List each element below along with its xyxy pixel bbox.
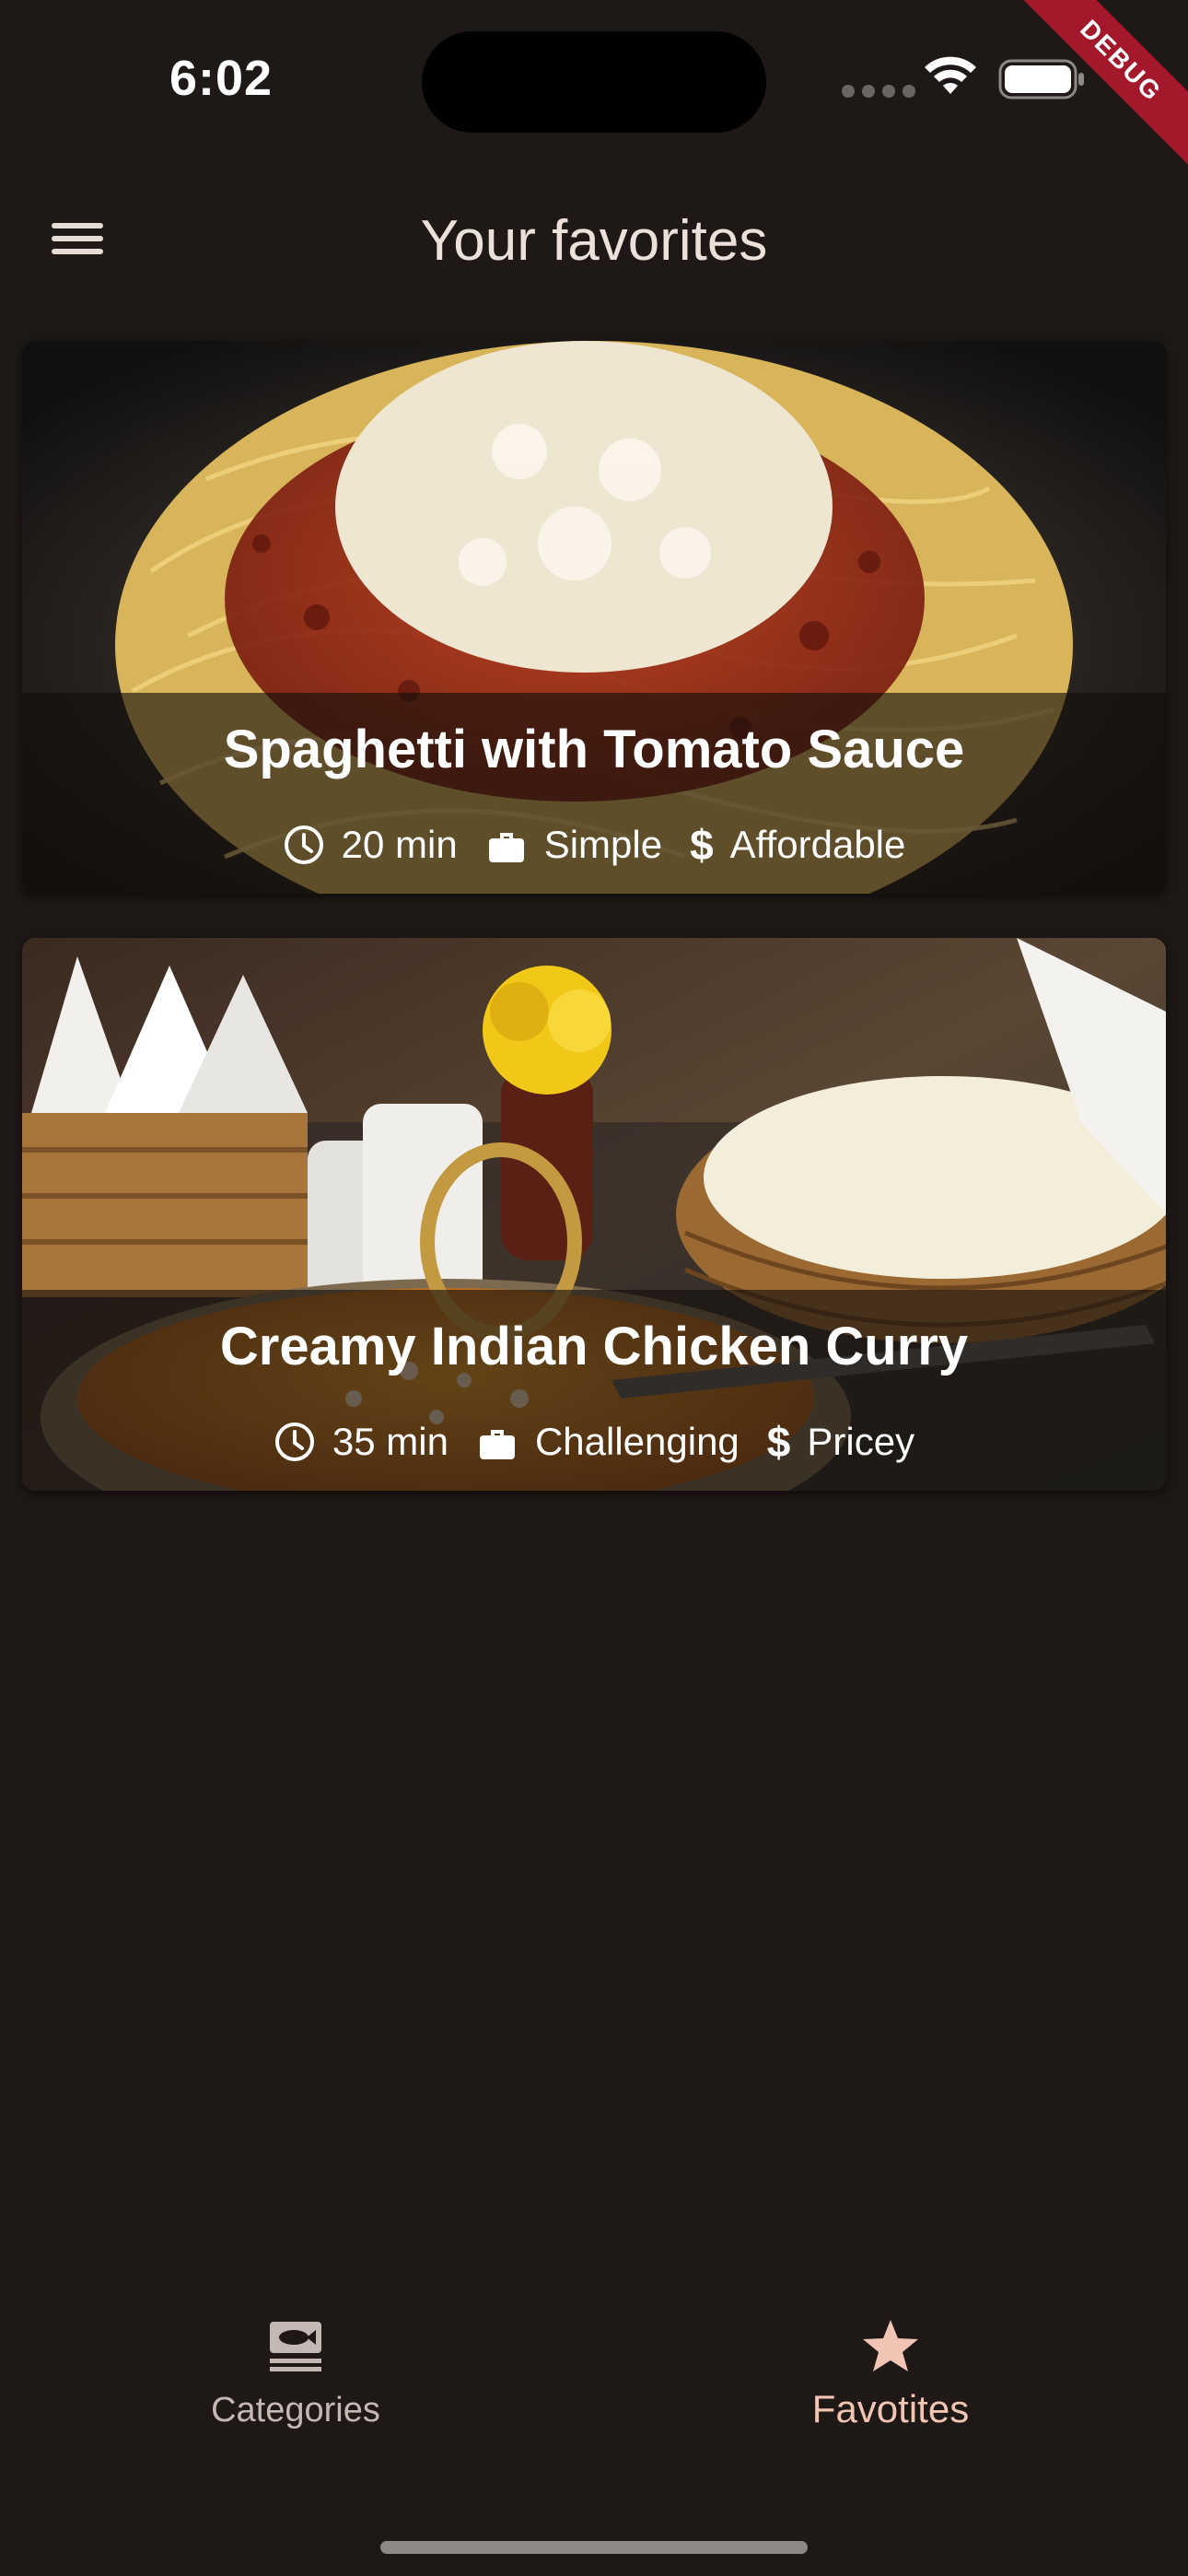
- status-bar: 6:02 DEBUG: [0, 0, 1188, 187]
- meal-title: Spaghetti with Tomato Sauce: [223, 720, 965, 779]
- meal-complexity: Simple: [543, 823, 663, 866]
- meal-meta: 35 min Challenging $ Pricey: [22, 1417, 1166, 1467]
- meal-complexity: Challenging: [534, 1420, 740, 1463]
- complexity-meta: Challenging: [476, 1420, 740, 1464]
- dynamic-island: [422, 31, 766, 133]
- wifi-icon: [925, 56, 976, 94]
- schedule-icon: [274, 1423, 314, 1461]
- nav-item-categories[interactable]: Categories: [111, 2318, 480, 2430]
- nav-label-favorites: Favotites: [811, 2387, 970, 2430]
- app-bar: Your favorites: [0, 175, 1188, 313]
- meal-card-spaghetti[interactable]: Spaghetti with Tomato Sauce 20 min Simpl…: [22, 341, 1166, 894]
- meal-duration: 35 min: [332, 1420, 448, 1463]
- attach-money-icon: $: [690, 821, 714, 869]
- meal-duration: 20 min: [341, 823, 458, 866]
- home-indicator[interactable]: [380, 2541, 808, 2554]
- schedule-icon: [284, 825, 323, 864]
- duration-meta: 20 min: [283, 823, 458, 867]
- meal-affordability: Affordable: [729, 823, 906, 866]
- meal-card-curry[interactable]: Creamy Indian Chicken Curry 35 min Chall…: [22, 938, 1166, 1491]
- card-overlay: Creamy Indian Chicken Curry 35 min Chall…: [22, 1290, 1166, 1491]
- nav-item-favorites[interactable]: Favotites: [706, 2318, 1075, 2431]
- set-meal-icon: [270, 2322, 321, 2371]
- duration-meta: 35 min: [274, 1420, 448, 1464]
- meal-affordability: Pricey: [807, 1420, 915, 1463]
- nav-label-categories: Categories: [211, 2391, 380, 2430]
- battery-icon: [998, 59, 1084, 100]
- star-icon: [863, 2320, 918, 2371]
- meal-meta: 20 min Simple $ Affordable: [22, 820, 1166, 870]
- attach-money-icon: $: [766, 1418, 791, 1466]
- card-overlay: Spaghetti with Tomato Sauce 20 min Simpl…: [22, 693, 1166, 894]
- work-icon: [479, 1430, 515, 1459]
- complexity-meta: Simple: [485, 823, 662, 867]
- status-time: 6:02: [169, 51, 274, 106]
- affordability-meta: $ Affordable: [690, 820, 905, 870]
- page-title: Your favorites: [420, 209, 768, 273]
- work-icon: [488, 833, 524, 862]
- cellular-signal-icon: [842, 85, 915, 98]
- meal-title: Creamy Indian Chicken Curry: [219, 1317, 969, 1376]
- bottom-navigation-bar: Categories Favotites: [0, 2263, 1188, 2576]
- affordability-meta: $ Pricey: [767, 1417, 914, 1467]
